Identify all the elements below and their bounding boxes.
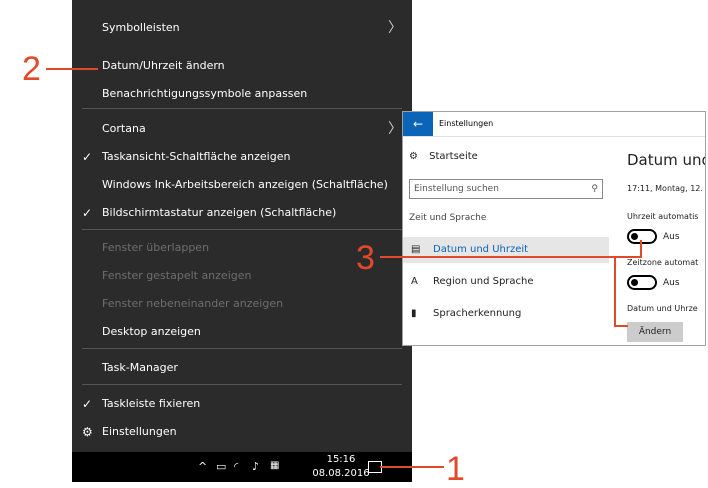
nav-item-spracherkennung[interactable]: ▮ Spracherkennung [403,301,609,327]
menu-item-cortana[interactable]: Cortana 〉 [72,115,412,143]
search-icon: ⚲ [591,184,598,194]
menu-item-label: Bildschirmtastatur anzeigen (Schaltfläch… [102,206,337,219]
checkmark-icon: ✓ [82,206,93,220]
auto-time-toggle[interactable] [627,229,657,244]
taskbar-context-menu: Symbolleisten 〉 Datum/Uhrzeit ändern Ben… [72,0,412,456]
clock-time: 15:16 [326,454,356,465]
checkmark-icon: ✓ [82,150,93,164]
settings-sidebar: ⚙ Startseite Einstellung suchen ⚲ Zeit u… [403,137,613,345]
nav-item-region-sprache[interactable]: A Region und Sprache [403,269,609,295]
checkmark-icon: ✓ [82,397,93,411]
menu-item-benachrichtigungssymbole[interactable]: Benachrichtigungssymbole anpassen [72,80,412,108]
nav-home[interactable]: ⚙ Startseite [409,151,478,162]
auto-zone-toggle[interactable] [627,275,657,290]
menu-item-task-manager[interactable]: Task-Manager [72,354,412,382]
menu-item-label: Task-Manager [102,361,178,374]
menu-item-label: Windows Ink-Arbeitsbereich anzeigen (Sch… [102,178,388,191]
settings-main: Datum und 17:11, Montag, 12. Uhrzeit aut… [623,137,705,345]
nav-item-label: Region und Sprache [433,276,534,287]
toggle-knob [631,279,638,286]
menu-item-taskansicht[interactable]: ✓ Taskansicht-Schaltfläche anzeigen [72,143,412,171]
menu-item-label: Benachrichtigungssymbole anpassen [102,87,308,100]
taskbar: ^ ▭ ◜ ♪ ▦ 15:16 08.08.2016 [72,452,412,482]
auto-time-state: Aus [663,232,680,242]
battery-icon[interactable]: ▭ [216,460,226,473]
menu-item-taskleiste-fixieren[interactable]: ✓ Taskleiste fixieren [72,390,412,418]
callout-number-2: 2 [22,50,41,88]
menu-item-symbolleisten[interactable]: Symbolleisten 〉 [72,14,412,42]
menu-item-label: Datum/Uhrzeit ändern [102,59,225,72]
microphone-icon: ▮ [411,308,417,319]
taskbar-clock[interactable]: 15:16 08.08.2016 [306,453,376,481]
gear-icon: ⚙ [82,425,93,439]
auto-time-label: Uhrzeit automatis [627,212,699,221]
nav-item-datum-uhrzeit[interactable]: ▤ Datum und Uhrzeit [403,237,609,263]
toggle-knob [631,233,638,240]
wifi-icon[interactable]: ◜ [234,460,238,473]
auto-zone-label: Zeitzone automat [627,258,699,267]
menu-item-label: Einstellungen [102,425,177,438]
menu-item-label: Symbolleisten [102,21,180,34]
nav-home-label: Startseite [429,151,478,162]
menu-item-label: Taskansicht-Schaltfläche anzeigen [102,150,291,163]
chevron-up-icon[interactable]: ^ [198,460,207,473]
current-datetime: 17:11, Montag, 12. [627,184,703,193]
chevron-right-icon: 〉 [388,121,402,137]
callout-line-1 [380,466,444,468]
back-arrow-icon[interactable]: ← [403,112,433,136]
callout-line-3-end [614,325,628,327]
callout-number-3: 3 [356,239,375,277]
menu-item-label: Taskleiste fixieren [102,397,201,410]
menu-item-label: Desktop anzeigen [102,325,201,338]
callout-line-3 [380,256,642,258]
menu-item-fenster-nebeneinander: Fenster nebeneinander anzeigen [72,290,412,318]
menu-separator [82,229,402,230]
page-title: Datum und [627,151,705,169]
search-input[interactable]: Einstellung suchen ⚲ [409,179,603,199]
menu-item-label: Fenster nebeneinander anzeigen [102,297,284,310]
settings-titlebar: ← Einstellungen [403,112,705,137]
volume-icon[interactable]: ♪ [252,460,259,473]
change-datetime-label: Datum und Uhrze [627,304,698,313]
menu-item-datum-uhrzeit[interactable]: Datum/Uhrzeit ändern [72,52,412,80]
callout-line-2 [46,68,98,70]
settings-window: ← Einstellungen ⚙ Startseite Einstellung… [402,111,706,346]
keyboard-icon[interactable]: ▦ [270,460,279,471]
menu-item-label: Fenster überlappen [102,241,210,254]
language-icon: A [411,276,418,287]
nav-item-label: Spracherkennung [433,308,522,319]
nav-item-label: Datum und Uhrzeit [433,244,529,255]
menu-item-label: Cortana [102,122,146,135]
window-title: Einstellungen [439,119,494,128]
search-placeholder: Einstellung suchen [414,184,499,194]
callout-line-3-down [614,256,616,327]
menu-item-bildschirmtastatur[interactable]: ✓ Bildschirmtastatur anzeigen (Schaltflä… [72,199,412,227]
menu-separator [82,108,402,109]
menu-separator [82,384,402,385]
menu-item-label: Fenster gestapelt anzeigen [102,269,252,282]
callout-line-3-vertical [640,240,642,258]
auto-zone-state: Aus [663,278,680,288]
gear-icon: ⚙ [409,151,418,162]
group-heading: Zeit und Sprache [409,213,487,223]
menu-item-windows-ink[interactable]: Windows Ink-Arbeitsbereich anzeigen (Sch… [72,171,412,199]
clock-date: 08.08.2016 [312,468,370,479]
menu-item-desktop-anzeigen[interactable]: Desktop anzeigen [72,318,412,346]
calendar-icon: ▤ [411,244,421,255]
change-button[interactable]: Ändern [627,322,683,342]
menu-item-einstellungen[interactable]: ⚙ Einstellungen [72,418,412,446]
menu-separator [82,348,402,349]
callout-number-1: 1 [446,450,465,488]
chevron-right-icon: 〉 [388,20,402,36]
